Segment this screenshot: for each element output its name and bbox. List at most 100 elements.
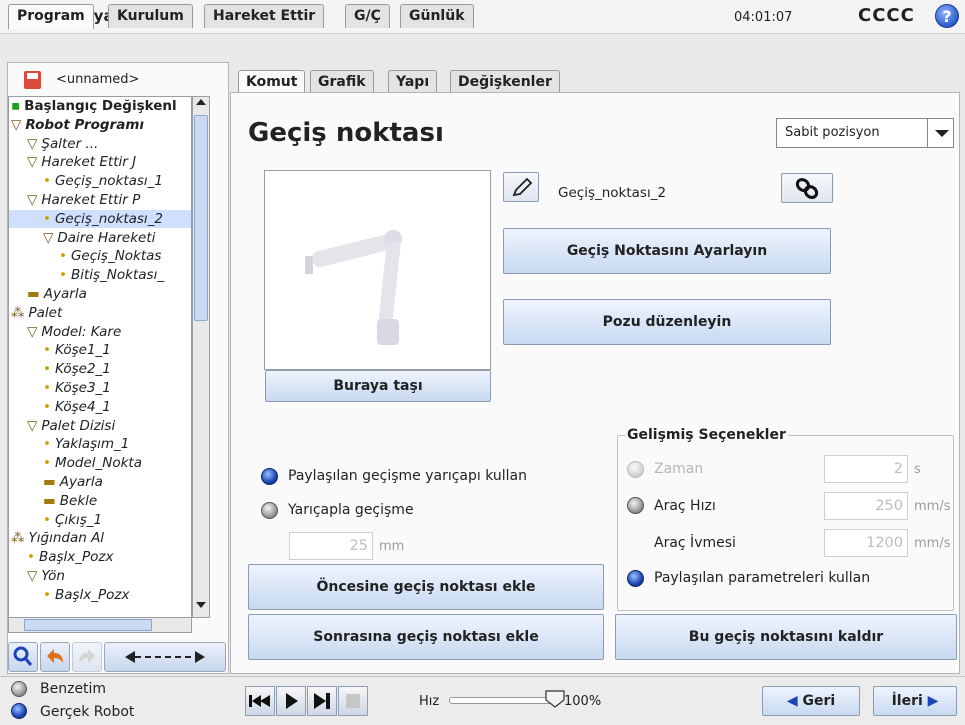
tab-grafik[interactable]: Grafik — [310, 70, 374, 93]
move-node-button[interactable] — [104, 642, 226, 672]
rewind-button[interactable] — [245, 686, 275, 716]
play-button[interactable] — [276, 686, 306, 716]
help-icon[interactable]: ? — [935, 4, 959, 28]
step-button[interactable] — [307, 686, 337, 716]
tree-item[interactable]: ▽ Model: Kare — [9, 323, 121, 341]
time-input[interactable]: 2 — [824, 455, 908, 483]
tree-item[interactable]: ▽ Hareket Ettir P — [9, 191, 140, 209]
shared-params-label: Paylaşılan parametreleri kullan — [654, 570, 871, 586]
scroll-down-icon[interactable] — [196, 602, 206, 608]
tree-item-label: Köşe3_1 — [54, 380, 111, 396]
save-file-icon[interactable] — [24, 71, 41, 89]
tab-gunluk[interactable]: Günlük — [400, 4, 474, 28]
tree-item[interactable]: • Geçiş_Noktas — [9, 247, 161, 265]
set-waypoint-button[interactable]: Geçiş Noktasını Ayarlayın — [503, 228, 831, 274]
time-radio[interactable] — [627, 461, 644, 478]
tab-degiskenler[interactable]: Değişkenler — [450, 70, 560, 93]
tree-item-label: Yön — [41, 568, 65, 584]
link-button[interactable] — [781, 173, 833, 203]
add-after-button[interactable]: Sonrasına geçiş noktası ekle — [248, 614, 604, 660]
tree-item[interactable]: ⁂ Yığından Al — [9, 529, 104, 547]
undo-button[interactable] — [40, 642, 70, 672]
tree-item[interactable]: • Geçiş_noktası_2 — [9, 209, 191, 228]
tree-item[interactable]: • Köşe1_1 — [9, 341, 111, 359]
tree-node-icon: • — [59, 248, 67, 265]
tree-item[interactable]: ▬ Ayarla — [9, 473, 103, 491]
move-here-button[interactable]: Buraya taşı — [265, 370, 491, 402]
tree-item[interactable]: • Bitiş_Noktası_ — [9, 266, 164, 284]
tree-item[interactable]: • Başlx_Pozx — [9, 586, 130, 604]
tree-item[interactable]: • Köşe3_1 — [9, 379, 111, 397]
chevron-down-icon[interactable] — [927, 118, 954, 148]
tree-node-icon: • — [43, 511, 51, 528]
rewind-icon — [249, 695, 270, 707]
tab-kurulum[interactable]: Kurulum — [108, 4, 193, 28]
tree-item[interactable]: ⁂ Palet — [9, 304, 62, 322]
tree-item-label: Şalter ... — [41, 135, 99, 152]
tree-item[interactable]: ▬ Bekle — [9, 492, 97, 510]
program-tree[interactable]: ▪ Başlangıç Değişkenl ▽ Robot Programı ▽ Şalt… — [8, 96, 192, 618]
speed-slider[interactable] — [449, 697, 557, 704]
blend-radius-radio[interactable] — [261, 502, 278, 519]
stop-button[interactable] — [338, 686, 368, 716]
next-button[interactable]: İleri ▶ — [873, 686, 957, 716]
tree-item[interactable]: • Köşe4_1 — [9, 398, 111, 416]
tree-item[interactable]: ▽ Robot Programı — [9, 116, 144, 134]
tab-yapi[interactable]: Yapı — [388, 70, 438, 93]
redo-icon — [79, 649, 95, 663]
tab-program[interactable]: Program — [8, 4, 94, 29]
time-unit: s — [914, 462, 921, 477]
tree-item[interactable]: • Köşe2_1 — [9, 360, 111, 378]
program-file-name: <unnamed> — [56, 72, 140, 87]
next-label: İleri — [891, 693, 923, 709]
tool-accel-input[interactable]: 1200 — [824, 529, 908, 557]
blend-shared-radio[interactable] — [261, 468, 278, 485]
simulation-radio[interactable] — [11, 681, 27, 697]
tree-item[interactable]: • Model_Nokta — [9, 454, 142, 472]
tree-item[interactable]: ▽ Hareket Ettir J — [9, 153, 136, 171]
redo-button[interactable] — [72, 642, 102, 672]
tool-speed-input[interactable]: 250 — [824, 492, 908, 520]
move-arrows-icon — [125, 651, 205, 663]
shared-params-radio[interactable] — [627, 570, 644, 587]
tab-hareket-ettir[interactable]: Hareket Ettir — [204, 4, 325, 28]
real-robot-radio[interactable] — [11, 703, 27, 719]
tab-io[interactable]: G/Ç — [345, 4, 390, 28]
tree-hscroll-thumb[interactable] — [24, 619, 152, 631]
tree-item[interactable]: ▽ Şalter ... — [9, 135, 98, 153]
tree-item[interactable]: • Çıkış_1 — [9, 511, 102, 529]
blend-radius-unit: mm — [379, 539, 405, 554]
tree-scroll-thumb[interactable] — [194, 115, 208, 321]
tree-item[interactable]: • Yaklaşım_1 — [9, 435, 129, 453]
tree-item[interactable]: • Başlx_Pozx — [9, 548, 114, 566]
tab-komut[interactable]: Komut — [238, 70, 306, 93]
tree-node-icon: • — [43, 173, 51, 190]
tree-item-label: Palet Dizisi — [41, 417, 116, 434]
tree-node-icon: ▽ — [27, 568, 38, 584]
scroll-up-icon[interactable] — [196, 99, 206, 105]
tree-item[interactable]: ▬ Ayarla — [9, 285, 87, 303]
tree-item-label: Palet — [28, 304, 63, 321]
arrow-left-icon: ◀ — [786, 693, 798, 709]
tree-node-icon: ⁂ — [11, 530, 25, 547]
tree-item[interactable]: ▽ Daire Hareketi — [9, 229, 155, 247]
robot-preview — [264, 170, 491, 370]
tree-item[interactable]: • Geçiş_noktası_1 — [9, 172, 163, 190]
search-button[interactable] — [8, 642, 38, 672]
rename-button[interactable] — [503, 172, 539, 202]
speed-slider-thumb[interactable] — [545, 690, 565, 708]
remove-waypoint-button[interactable]: Bu geçiş noktasını kaldır — [615, 614, 957, 660]
edit-pose-button[interactable]: Pozu düzenleyin — [503, 299, 831, 345]
tree-item[interactable]: ▪ Başlangıç Değişkenl — [9, 97, 177, 115]
tree-item[interactable]: ▽ Palet Dizisi — [9, 417, 115, 435]
add-before-button[interactable]: Öncesine geçiş noktası ekle — [248, 564, 604, 610]
back-button[interactable]: ◀ Geri — [762, 686, 860, 716]
tree-item[interactable]: ▽ Yön — [9, 567, 65, 585]
step-icon — [314, 693, 330, 709]
tree-item-label: Başlx_Pozx — [54, 586, 130, 603]
tree-item-label: Bekle — [59, 492, 98, 509]
blend-radius-input[interactable]: 25 — [289, 532, 373, 560]
tool-accel-unit: mm/s — [914, 536, 951, 551]
tool-speed-radio[interactable] — [627, 497, 644, 514]
tree-item-label: Yaklaşım_1 — [54, 436, 130, 453]
